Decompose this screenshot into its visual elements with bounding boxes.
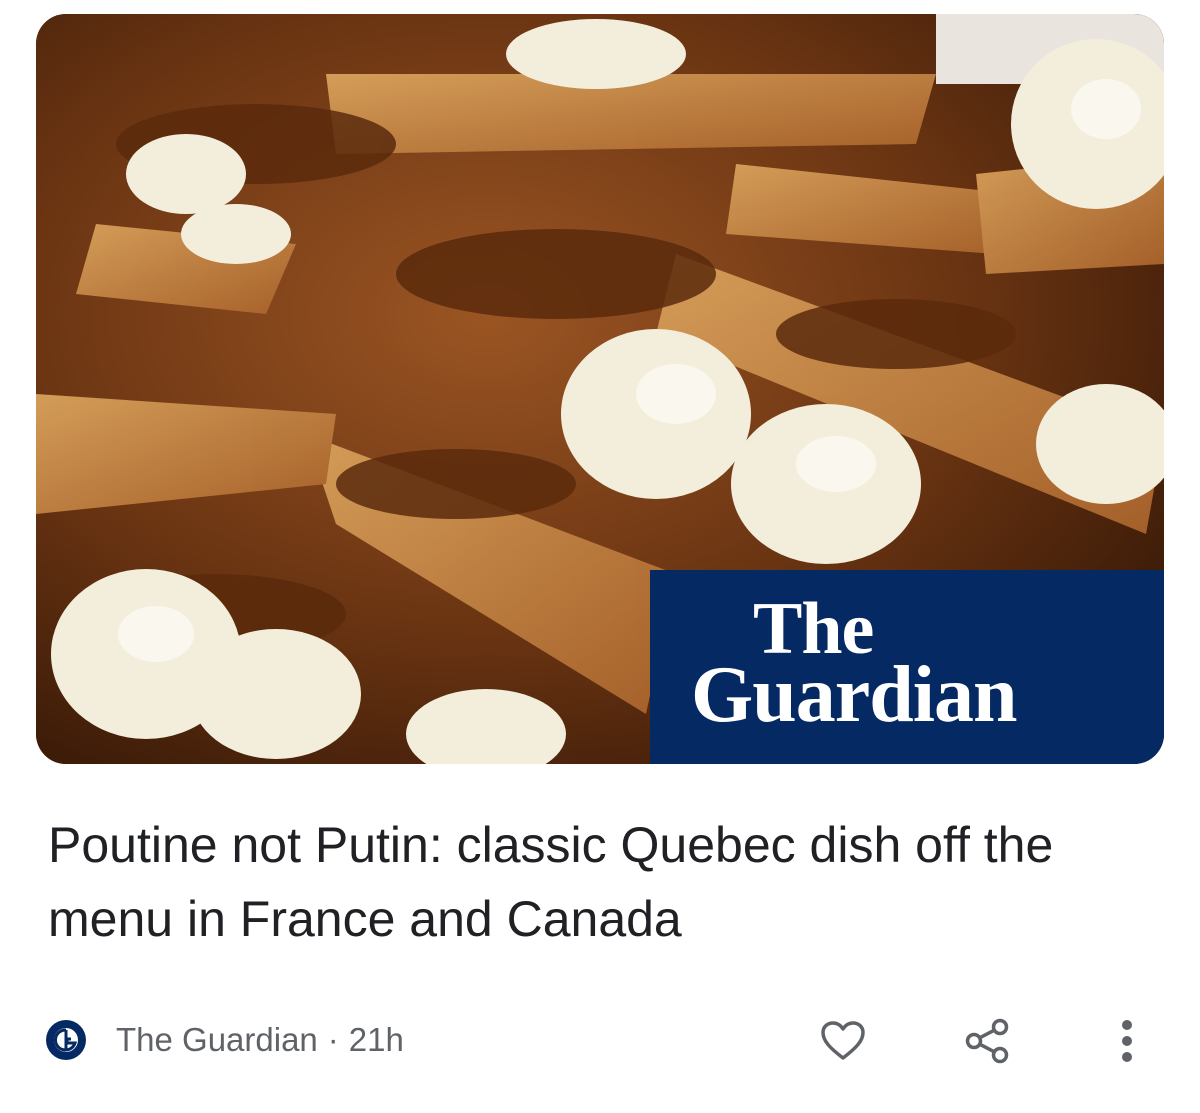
share-icon [965,1018,1009,1064]
brand-text-line2: Guardian [691,651,1017,739]
more-options-button[interactable] [1102,1016,1152,1066]
card-actions [0,1016,1200,1066]
more-vert-icon [1122,1020,1132,1062]
news-card[interactable]: The Guardian Poutine not Putin: classic … [0,0,1200,1113]
article-thumbnail[interactable]: The Guardian [36,14,1164,764]
article-headline[interactable]: Poutine not Putin: classic Quebec dish o… [48,808,1158,956]
heart-icon [821,1021,865,1060]
share-button[interactable] [962,1016,1012,1066]
like-button[interactable] [818,1016,868,1066]
guardian-logo-overlay: The Guardian [650,570,1164,764]
